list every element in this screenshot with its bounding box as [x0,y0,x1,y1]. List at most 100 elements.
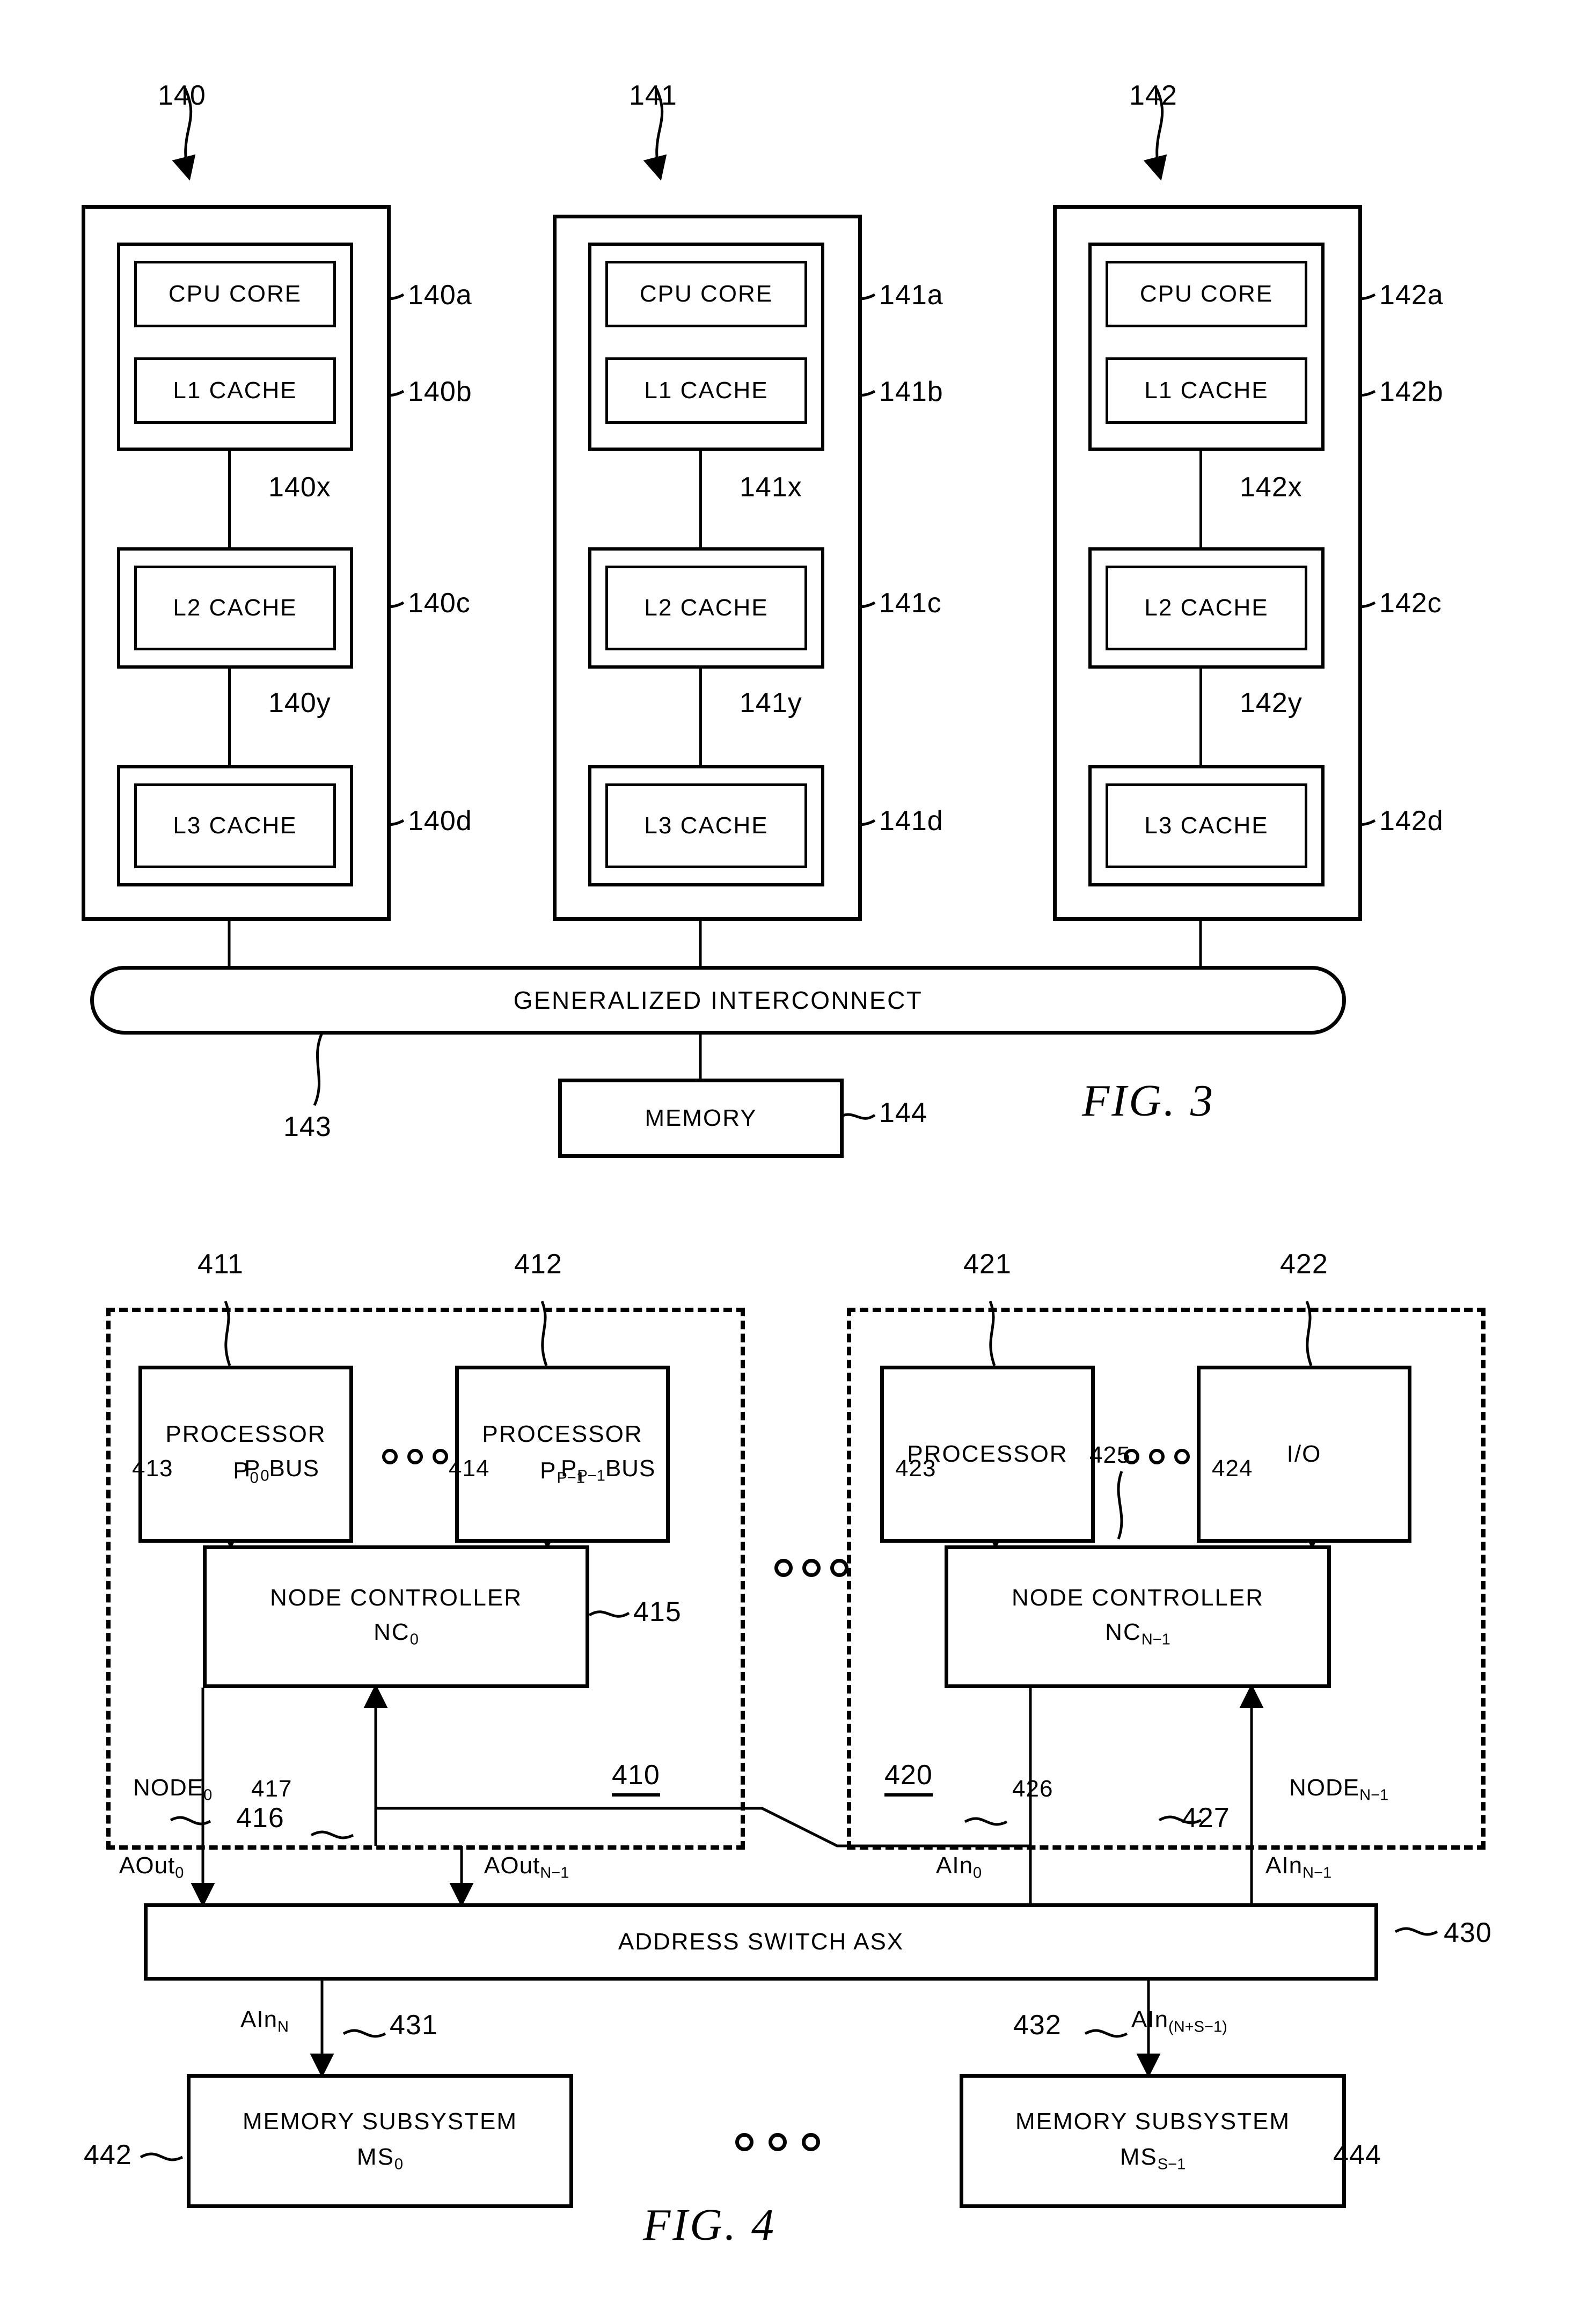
ref-142a: 142a [1379,280,1444,311]
ref-431: 431 [390,2010,438,2041]
wire-141y [699,669,702,765]
signal-ainNS1: AIn(N+S−1) [1131,2006,1227,2036]
ref-425: 425 [1089,1442,1131,1468]
ref-142x: 142x [1240,472,1303,503]
ms0-line1: MEMORY SUBSYSTEM [242,2108,518,2135]
bus-label-p0: P0BUS [244,1455,319,1485]
ncn1-line2: NCN−1 [1105,1619,1170,1648]
signal-ainN: AInN [240,2006,289,2036]
ref-412: 412 [514,1249,562,1280]
node-controller-ncn1-box: NODE CONTROLLER NCN−1 [945,1545,1331,1688]
ref-142b: 142b [1379,376,1444,407]
ref-422: 422 [1280,1249,1328,1280]
ref-414: 414 [449,1455,490,1482]
leader-432 [1084,2029,1128,2038]
ref-415: 415 [633,1596,682,1627]
ref-427: 427 [1182,1802,1230,1834]
wire-140y [228,669,231,765]
generalized-interconnect: GENERALIZED INTERCONNECT [90,966,1346,1035]
ref-141x: 141x [740,472,802,503]
l1-cache-box-142: L1 CACHE [1106,357,1307,424]
figure-4-caption: FIG. 4 [643,2200,776,2250]
ref-442: 442 [84,2139,132,2171]
ref-140a: 140a [408,280,472,311]
ref-140b: 140b [408,376,472,407]
ref-143: 143 [283,1111,332,1142]
signal-aout0: AOut0 [119,1852,184,1882]
l2-cache-box-140: L2 CACHE [134,566,336,650]
l1-cache-box-141: L1 CACHE [605,357,807,424]
signal-ainN1: AInN−1 [1265,1852,1332,1882]
ref-423: 423 [895,1455,936,1482]
ref-411: 411 [197,1249,244,1280]
processor-box-right: PROCESSOR [880,1366,1095,1543]
l3-cache-box-140: L3 CACHE [134,783,336,868]
processor-p0-box: PROCESSOR P0 [138,1366,353,1543]
ref-140: 140 [158,80,206,111]
nc0-line1: NODE CONTROLLER [269,1585,523,1611]
ellipsis-node0-processors [382,1449,448,1464]
io-box: I/O [1197,1366,1411,1543]
l2-cache-box-141: L2 CACHE [605,566,807,650]
ref-141d: 141d [879,805,943,837]
l3-cache-box-142: L3 CACHE [1106,783,1307,868]
cpu-core-box-142: CPU CORE [1106,261,1307,327]
ref-413: 413 [132,1455,173,1482]
ref-430: 430 [1444,1917,1492,1948]
processor-p0-line1: PROCESSOR [165,1421,326,1448]
leader-430 [1394,1927,1438,1936]
nc0-line2: NC0 [374,1619,419,1648]
ref-141a: 141a [879,280,943,311]
ref-424: 424 [1212,1455,1253,1482]
leader-143 [313,1032,324,1106]
patent-drawing-sheet: 140 141 142 CPU CORE L1 CACHE L2 CACHE L… [0,0,1595,2324]
wire-142y [1199,669,1202,765]
ellipsis-between-nodes [774,1559,848,1577]
node-n-1-name: NODEN−1 [1289,1775,1389,1804]
ref-140x: 140x [268,472,331,503]
processor-pp1-box: PROCESSOR PP−1 [455,1366,670,1543]
ref-432: 432 [1013,2010,1062,2041]
node-0-name: NODE0 [133,1775,213,1804]
mss1-line2: MSS−1 [1120,2144,1186,2173]
ref-141c: 141c [879,588,942,619]
ref-426: 426 [1012,1776,1053,1802]
ref-144: 144 [879,1097,927,1128]
signal-aoutN1: AOutN−1 [484,1852,569,1882]
cpu-core-box-141: CPU CORE [605,261,807,327]
ref-141y: 141y [740,687,802,719]
ref-141b: 141b [879,376,943,407]
memory-subsystem-mss1-box: MEMORY SUBSYSTEM MSS−1 [960,2074,1346,2208]
node-controller-nc0-box: NODE CONTROLLER NC0 [203,1545,589,1688]
signal-ain0: AIn0 [936,1852,982,1882]
cpu-core-box-140: CPU CORE [134,261,336,327]
memory-box: MEMORY [558,1079,844,1158]
ref-416: 416 [236,1802,284,1834]
ellipsis-memory-subsystems [735,2133,820,2151]
memory-subsystem-ms0-box: MEMORY SUBSYSTEM MS0 [187,2074,573,2208]
wire-140x [228,451,231,547]
wire-142x [1199,451,1202,547]
ref-417: 417 [251,1776,292,1802]
ref-140d: 140d [408,805,472,837]
address-switch-asx-box: ADDRESS SWITCH ASX [144,1903,1378,1981]
ref-421: 421 [963,1249,1012,1280]
ref-142y: 142y [1240,687,1303,719]
ref-140y: 140y [268,687,331,719]
ms0-line2: MS0 [356,2144,404,2173]
l2-cache-box-142: L2 CACHE [1106,566,1307,650]
l1-cache-box-140: L1 CACHE [134,357,336,424]
ref-420: 420 [884,1761,933,1797]
wire-141x [699,451,702,547]
ref-140c: 140c [408,588,471,619]
bus-label-pp1: PP−1BUS [561,1455,656,1485]
ref-142d: 142d [1379,805,1444,837]
ellipsis-noden1-devices [1124,1449,1190,1464]
processor-pp1-line1: PROCESSOR [482,1421,643,1448]
leader-431 [342,2029,386,2038]
ref-444: 444 [1333,2139,1381,2171]
ref-142c: 142c [1379,588,1442,619]
mss1-line1: MEMORY SUBSYSTEM [1015,2108,1291,2135]
figure-3-caption: FIG. 3 [1082,1076,1215,1126]
l3-cache-box-141: L3 CACHE [605,783,807,868]
